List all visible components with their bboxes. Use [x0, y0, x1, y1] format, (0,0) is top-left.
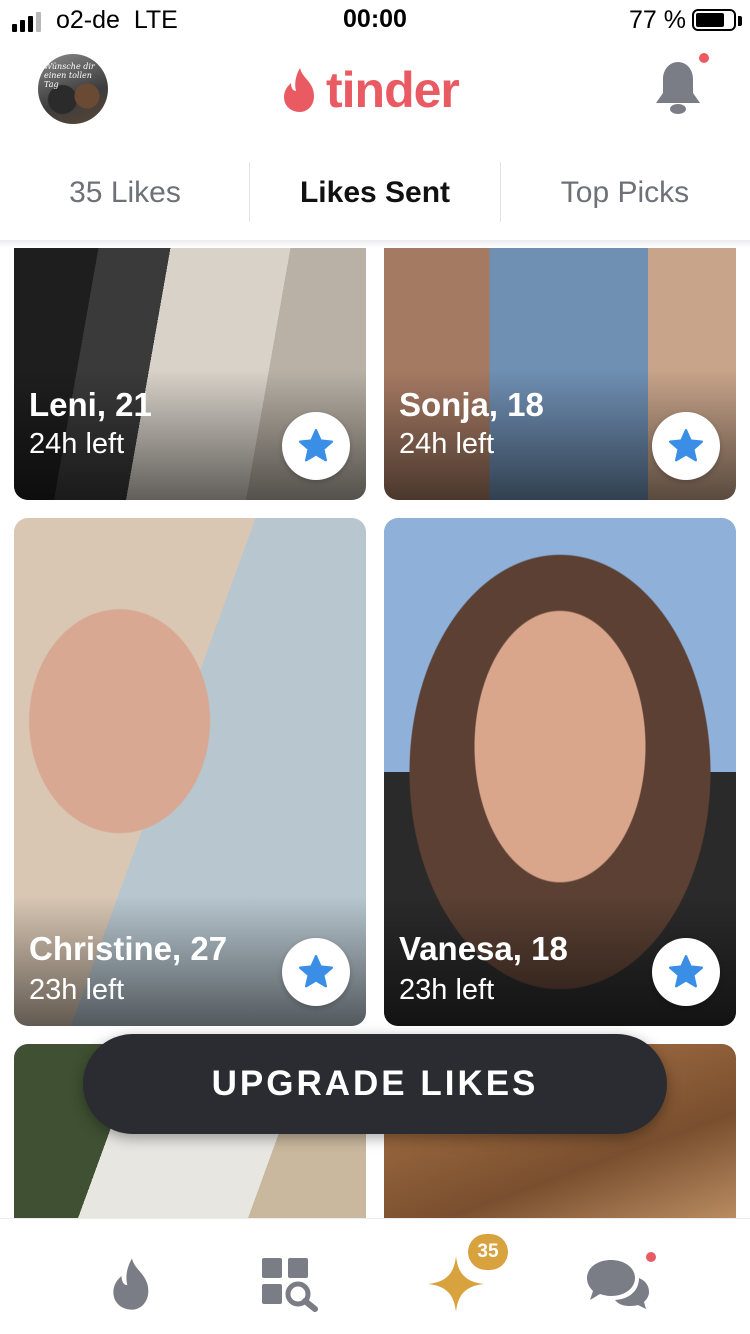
tab-likes-sent[interactable]: Likes Sent	[250, 162, 500, 224]
avatar-caption: Wünsche dir einen tollen Tag	[44, 62, 95, 89]
battery-nub	[738, 16, 742, 26]
notification-dot	[699, 53, 709, 63]
nav-explore[interactable]	[250, 1249, 330, 1319]
super-like-button[interactable]	[282, 412, 350, 480]
likes-count-badge: 35	[468, 1234, 508, 1270]
star-icon	[668, 954, 704, 988]
tab-divider	[500, 162, 501, 222]
card-time-left: 24h left	[399, 428, 495, 460]
status-bar: o2-de LTE 00:00 77 %	[0, 0, 750, 42]
profile-avatar[interactable]: Wünsche dir einen tollen Tag	[38, 54, 108, 124]
card-time-left: 24h left	[29, 428, 125, 460]
tabs-shadow	[0, 240, 750, 248]
tab-divider	[249, 162, 250, 222]
card-time-left: 23h left	[399, 974, 495, 1006]
battery-icon	[692, 9, 736, 31]
likes-tabs: 35 Likes Likes Sent Top Picks	[0, 162, 750, 224]
star-icon	[298, 954, 334, 988]
super-like-button[interactable]	[282, 938, 350, 1006]
explore-icon	[262, 1258, 318, 1312]
logo-wordmark: tinder	[326, 62, 460, 118]
nav-swipe[interactable]	[92, 1249, 172, 1319]
bell-icon[interactable]	[650, 58, 706, 118]
flame-logo-icon	[284, 68, 314, 112]
card-name: Vanesa, 18	[399, 930, 568, 967]
bottom-nav	[0, 1218, 750, 1334]
star-icon	[298, 428, 334, 462]
card-name: Christine, 27	[29, 930, 228, 967]
card-name: Leni, 21	[29, 386, 152, 423]
profile-card[interactable]: Christine, 27 23h left	[14, 518, 366, 1026]
profile-card[interactable]: Leni, 21 24h left	[14, 248, 366, 500]
tab-top-picks[interactable]: Top Picks	[500, 162, 750, 224]
tab-likes[interactable]: 35 Likes	[0, 162, 250, 224]
chat-notification-dot	[646, 1252, 656, 1262]
upgrade-likes-button[interactable]: UPGRADE LIKES	[83, 1034, 667, 1134]
tinder-logo: tinder	[280, 60, 460, 120]
card-time-left: 23h left	[29, 974, 125, 1006]
super-like-button[interactable]	[652, 938, 720, 1006]
profile-card[interactable]: Sonja, 18 24h left	[384, 248, 736, 500]
chat-icon	[587, 1260, 649, 1309]
super-like-button[interactable]	[652, 412, 720, 480]
battery-percent: 77 %	[629, 6, 686, 34]
flame-icon	[113, 1258, 149, 1310]
profile-card[interactable]: Vanesa, 18 23h left	[384, 518, 736, 1026]
card-name: Sonja, 18	[399, 386, 544, 423]
star-icon	[668, 428, 704, 462]
